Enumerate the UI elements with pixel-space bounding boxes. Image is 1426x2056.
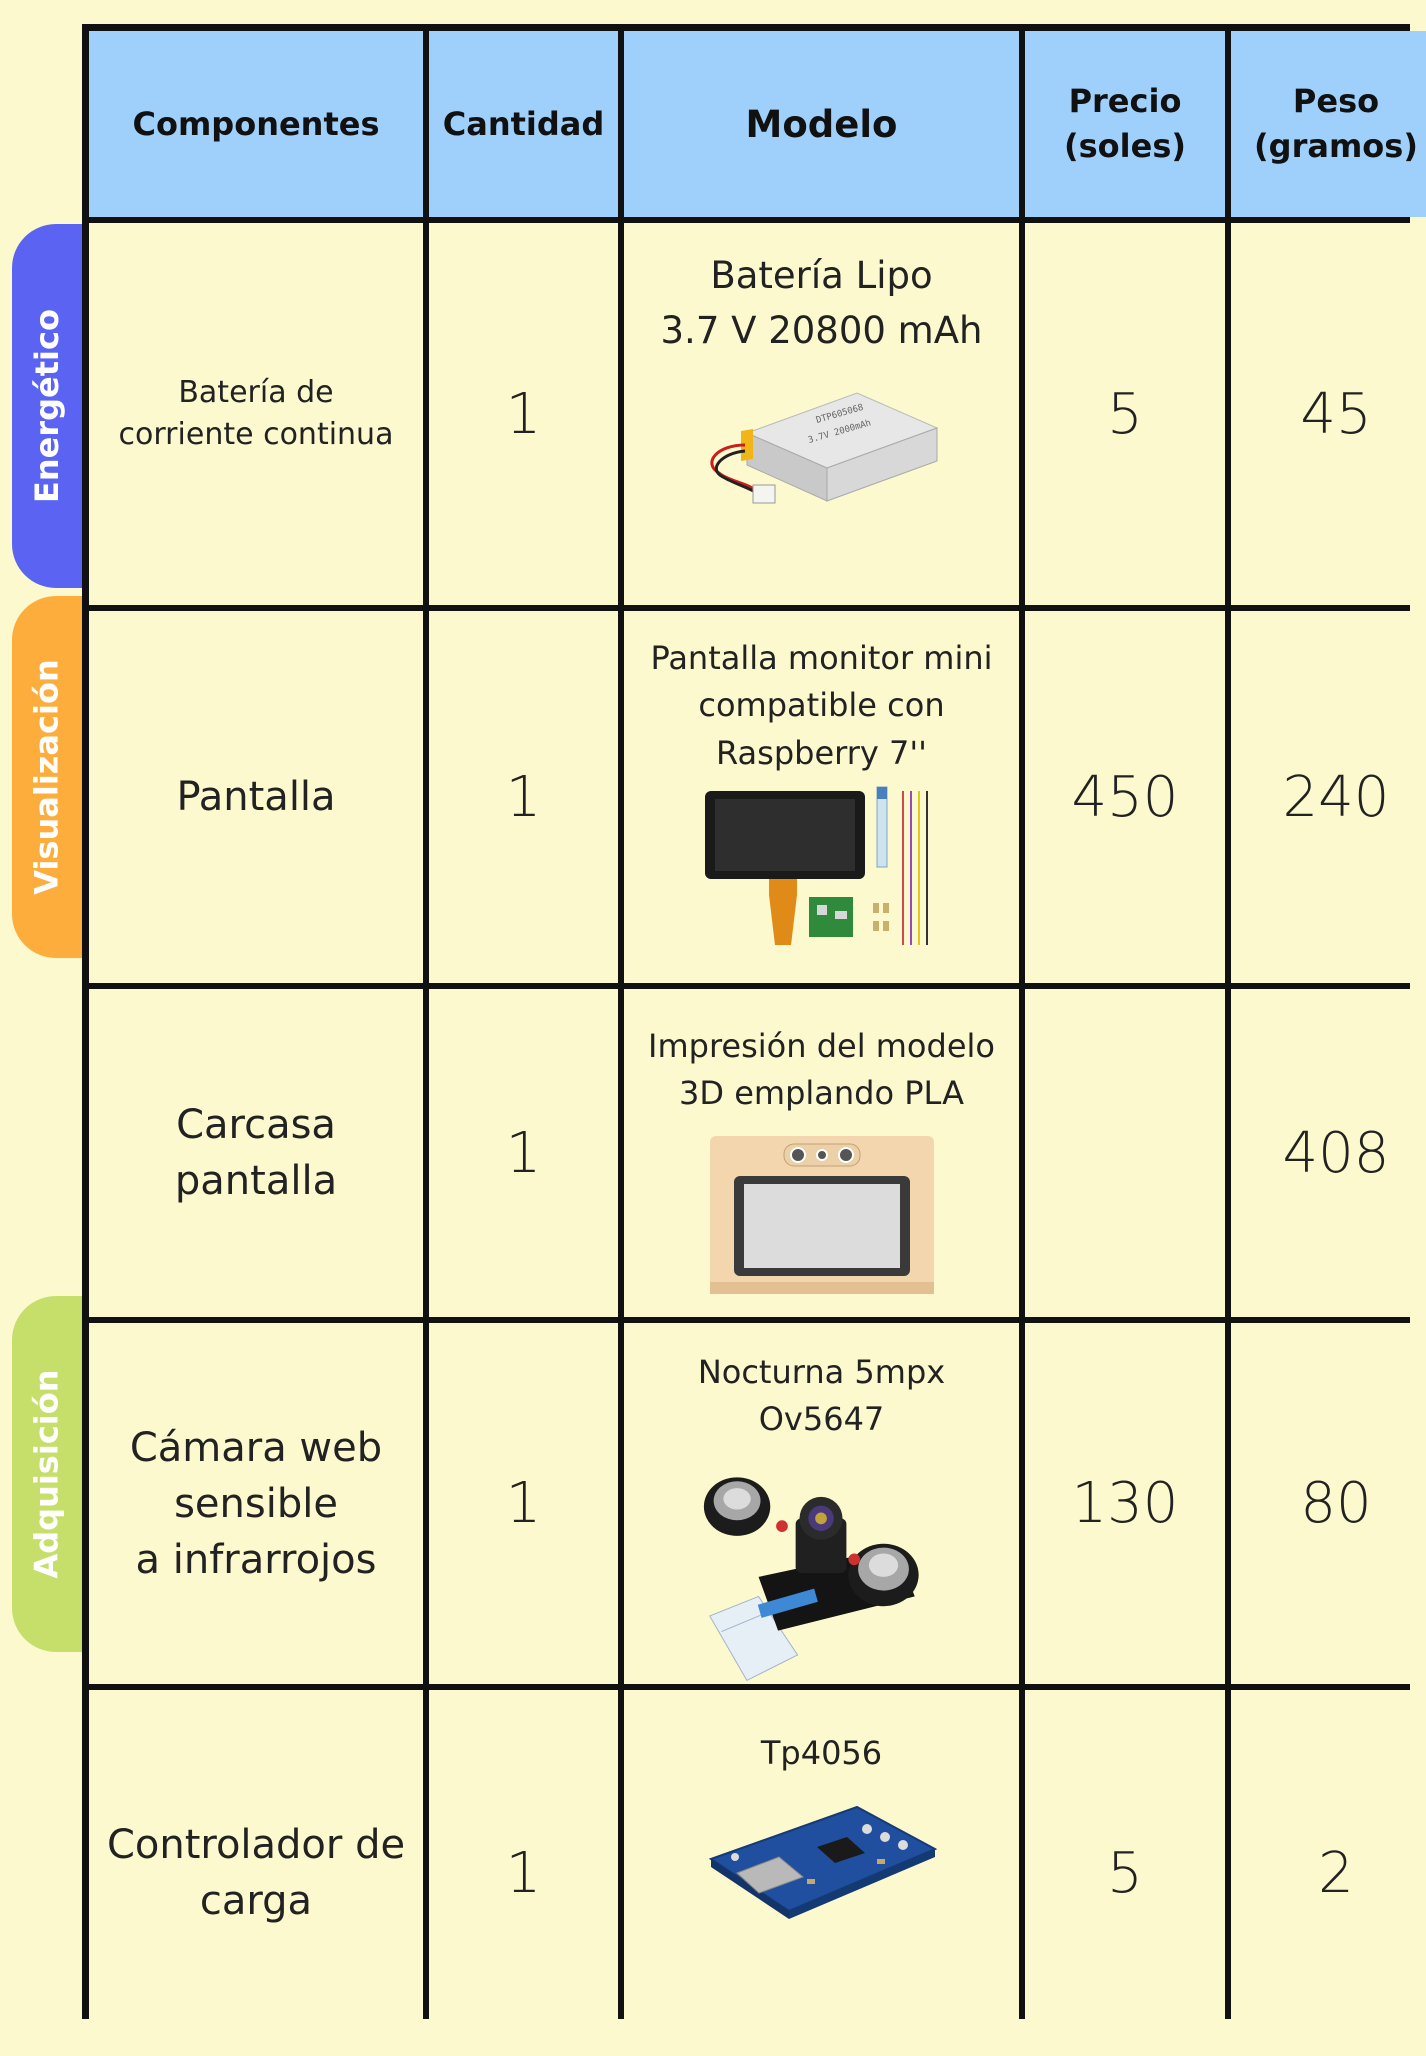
row-3-modelo: Impresión del modelo 3D emplando PLA [624,989,1019,1317]
row-4-peso: 80 [1231,1323,1426,1684]
row-1-precio: 5 [1025,223,1225,605]
row-5-modelo: Tp4056 [624,1690,1019,2056]
row-1-cantidad: 1 [429,223,618,605]
category-label: Visualización [28,659,67,895]
row-2-precio: 450 [1025,611,1225,983]
display-kit-image [704,786,928,946]
row-2-cantidad: 1 [429,611,618,983]
row-2-componente: Pantalla [89,611,423,983]
row-3-precio [1025,989,1225,1317]
row-2-peso: 240 [1231,611,1426,983]
row-5-cantidad: 1 [429,1690,618,2056]
row-4-modelo: Nocturna 5mpx Ov5647 [624,1323,1019,1684]
model-title: Tp4056 [760,1734,883,1772]
row-4-componente: Cámara web sensible a infrarrojos [89,1323,423,1684]
header-precio: Precio (soles) [1025,31,1225,217]
model-title: Batería Lipo 3.7 V 20800 mAh [660,254,983,352]
row-1-peso: 45 [1231,223,1426,605]
row-3-peso: 408 [1231,989,1426,1317]
row-2-modelo: Pantalla monitor mini compatible con Ras… [624,611,1019,983]
category-tab-visualizacion: Visualización [12,596,82,958]
lipo-battery-image: DTP605068 3.7V 2000mAh [709,391,938,503]
model-title: Impresión del modelo 3D emplando PLA [648,1027,995,1113]
tp4056-board-image [708,1806,937,1920]
row-1-componente: Batería de corriente continua [89,223,423,605]
header-componentes: Componentes [89,31,423,217]
row-5-componente: Controlador de carga [89,1690,423,2056]
header-peso: Peso (gramos) [1231,31,1426,217]
ir-camera-image [703,1477,919,1681]
model-title: Nocturna 5mpx Ov5647 [697,1353,946,1439]
row-3-cantidad: 1 [429,989,618,1317]
category-label: Adquisición [28,1369,67,1579]
header-modelo: Modelo [624,31,1019,217]
case-3d-image [709,1135,934,1294]
page: Energético Visualización Adquisición Com… [0,0,1426,2056]
components-table: Componentes Cantidad Modelo Precio (sole… [82,24,1426,2056]
model-title: Pantalla monitor mini compatible con Ras… [650,639,993,772]
row-1-modelo: Batería Lipo 3.7 V 20800 mAh DTP605068 3… [624,223,1019,605]
category-tab-energetico: Energético [12,224,82,588]
row-4-cantidad: 1 [429,1323,618,1684]
category-label: Energético [28,309,67,503]
header-cantidad: Cantidad [429,31,618,217]
row-4-precio: 130 [1025,1323,1225,1684]
row-5-precio: 5 [1025,1690,1225,2056]
row-3-componente: Carcasa pantalla [89,989,423,1317]
category-tab-adquisicion: Adquisición [12,1296,82,1652]
row-5-peso: 2 [1231,1690,1426,2056]
